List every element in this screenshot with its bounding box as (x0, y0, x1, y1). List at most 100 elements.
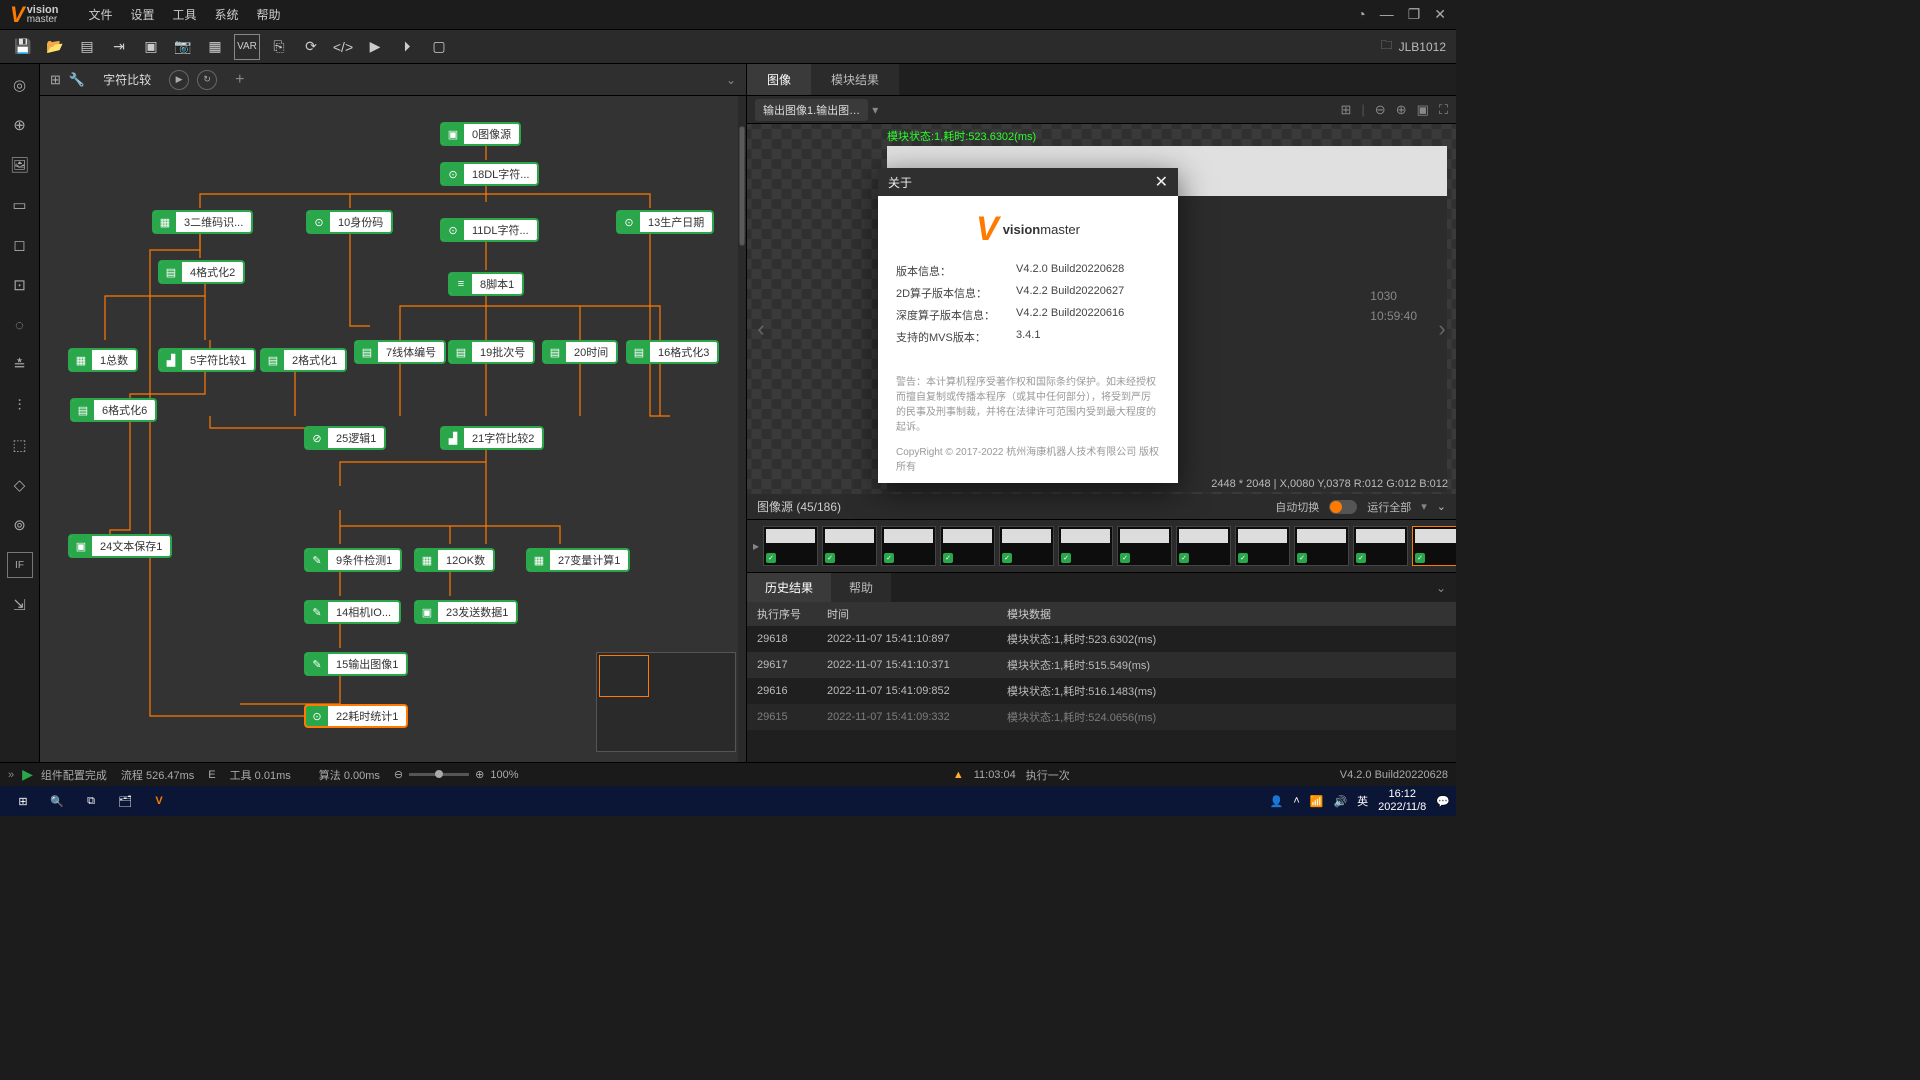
image-tool-icon[interactable]: 🖼 (7, 152, 33, 178)
thumbs-prev-icon[interactable]: ▸ (753, 539, 759, 553)
tray-sound-icon[interactable]: 🔊 (1333, 795, 1347, 808)
node-9[interactable]: ✎9条件检测1 (304, 548, 402, 572)
flow-canvas[interactable]: ▣0图像源 ⊙18DL字符... ▦3二维码识... ⊙10身份码 ⊙11DL字… (40, 96, 746, 762)
node-16[interactable]: ▤16格式化3 (626, 340, 719, 364)
node-27[interactable]: ▦27变量计算1 (526, 548, 630, 572)
refresh-icon[interactable]: ⟳ (298, 34, 324, 60)
save-icon[interactable]: 💾 (10, 34, 36, 60)
thumb-item[interactable]: ✓ (1058, 526, 1113, 566)
thumb-item[interactable]: ✓ (763, 526, 818, 566)
loop-flow-icon[interactable]: ↻ (197, 70, 217, 90)
menu-file[interactable]: 文件 (88, 6, 112, 23)
node-3[interactable]: ▦3二维码识... (152, 210, 253, 234)
import-icon[interactable]: ⇥ (106, 34, 132, 60)
tray-lang[interactable]: 英 (1357, 793, 1368, 809)
thumb-item[interactable]: ✓ (1294, 526, 1349, 566)
gear-ring-icon[interactable]: ◌ (7, 312, 33, 338)
about-close-icon[interactable]: ✕ (1155, 172, 1168, 192)
node-23[interactable]: ▣23发送数据1 (414, 600, 518, 624)
layers-icon[interactable]: ⬚ (7, 432, 33, 458)
scope-icon[interactable]: ⊚ (7, 512, 33, 538)
node-7[interactable]: ▤7线体编号 (354, 340, 446, 364)
tune-icon[interactable]: ≛ (7, 352, 33, 378)
node-12[interactable]: ▦12OK数 (414, 548, 495, 572)
node-13[interactable]: ⊙13生产日期 (616, 210, 714, 234)
tab-flow[interactable]: 字符比较 (93, 67, 161, 92)
zoom-out-icon[interactable]: ⊖ (1375, 102, 1386, 118)
start-icon[interactable]: ⊞ (6, 787, 40, 815)
table-row[interactable]: 296172022-11-07 15:41:10:371模块状态:1,耗时:51… (747, 652, 1456, 678)
dotted-box-icon[interactable]: ⊡ (7, 272, 33, 298)
wrench-icon[interactable]: 🔧 (69, 72, 85, 88)
table-row[interactable]: 296162022-11-07 15:41:09:852模块状态:1,耗时:51… (747, 678, 1456, 704)
auto-switch-toggle[interactable] (1329, 500, 1357, 514)
thumb-item[interactable]: ✓ (999, 526, 1054, 566)
tray-clock[interactable]: 16:12 2022/11/8 (1378, 788, 1426, 814)
tab-module-result[interactable]: 模块结果 (811, 64, 899, 95)
collapse-leftbar-icon[interactable]: » (8, 769, 14, 781)
menu-help[interactable]: 帮助 (257, 6, 281, 23)
expand-history-icon[interactable]: ⌄ (1426, 573, 1456, 602)
export-icon[interactable]: ⇲ (7, 592, 33, 618)
minimize-icon[interactable]: — (1380, 6, 1394, 23)
close-icon[interactable]: ✕ (1434, 6, 1446, 23)
node-1[interactable]: ▦1总数 (68, 348, 138, 372)
node-10[interactable]: ⊙10身份码 (306, 210, 393, 234)
stack-icon[interactable]: ▤ (74, 34, 100, 60)
thumb-item[interactable]: ✓ (881, 526, 936, 566)
taskview-icon[interactable]: ⧉ (74, 787, 108, 815)
menu-tools[interactable]: 工具 (173, 6, 197, 23)
tray-wifi-icon[interactable]: 📶 (1310, 795, 1324, 808)
run-icon[interactable]: ▶ (22, 766, 33, 783)
node-11[interactable]: ⊙11DL字符... (440, 218, 539, 242)
expand-thumbs-icon[interactable]: ⌄ (1437, 500, 1446, 513)
zoom-in-icon[interactable]: ⊕ (1396, 102, 1407, 118)
node-2[interactable]: ▤2格式化1 (260, 348, 347, 372)
run-all-button[interactable]: 运行全部 (1367, 499, 1411, 515)
target-icon[interactable]: ⊕ (7, 112, 33, 138)
play-once-icon[interactable]: ⏵ (394, 34, 420, 60)
open-icon[interactable]: 📂 (42, 34, 68, 60)
node-0[interactable]: ▣0图像源 (440, 122, 521, 146)
chart-icon[interactable]: ⫶ (7, 392, 33, 418)
minimap[interactable] (596, 652, 736, 752)
fullscreen-icon[interactable]: ⛶ (1439, 102, 1448, 118)
align-icon[interactable]: ▭ (7, 192, 33, 218)
node-15[interactable]: ✎15输出图像1 (304, 652, 408, 676)
node-18[interactable]: ⊙18DL字符... (440, 162, 539, 186)
fit-icon[interactable]: ▣ (1417, 102, 1429, 118)
thumb-item[interactable]: ✓ (1353, 526, 1408, 566)
explorer-icon[interactable]: 🗂 (108, 787, 142, 815)
add-tab-icon[interactable]: + (235, 71, 244, 89)
thumb-item[interactable]: ✓ (1117, 526, 1172, 566)
play-icon[interactable]: ▶ (362, 34, 388, 60)
tray-notifications-icon[interactable]: 💬 (1436, 795, 1450, 808)
node-6[interactable]: ▤6格式化6 (70, 398, 157, 422)
node-25[interactable]: ⊘25逻辑1 (304, 426, 386, 450)
brackets-icon[interactable]: ⎘ (266, 34, 292, 60)
if-icon[interactable]: IF (7, 552, 33, 578)
search-icon[interactable]: 🔍 (40, 787, 74, 815)
project-name[interactable]: 🗀 JLB1012 (1381, 36, 1446, 57)
tab-image[interactable]: 图像 (747, 64, 811, 95)
help-icon[interactable]: ◔ (1357, 6, 1365, 23)
canvas-scrollbar[interactable] (738, 96, 746, 762)
status-zoom[interactable]: ⊖⊕ 100% (394, 768, 519, 781)
output-chip[interactable]: 输出图像1.输出图… (755, 99, 868, 121)
tab-history[interactable]: 历史结果 (747, 573, 831, 602)
app-taskbar-icon[interactable]: V (142, 787, 176, 815)
warning-icon[interactable]: ▲ (953, 769, 964, 781)
table-row[interactable]: 296152022-11-07 15:41:09:332模块状态:1,耗时:52… (747, 704, 1456, 730)
camera-tool-icon[interactable]: ◎ (7, 72, 33, 98)
thumb-item[interactable]: ✓ (1176, 526, 1231, 566)
tab-help[interactable]: 帮助 (831, 573, 891, 602)
node-19[interactable]: ▤19批次号 (448, 340, 535, 364)
node-5[interactable]: ▟5字符比较1 (158, 348, 256, 372)
thumb-item[interactable]: ✓ (822, 526, 877, 566)
tray-up-icon[interactable]: ˄ (1293, 795, 1299, 807)
table-row[interactable]: 296182022-11-07 15:41:10:897模块状态:1,耗时:52… (747, 626, 1456, 652)
code-icon[interactable]: </> (330, 34, 356, 60)
thumb-item[interactable]: ✓ (940, 526, 995, 566)
tray-people-icon[interactable]: 👤 (1270, 795, 1284, 808)
maximize-icon[interactable]: ❐ (1408, 6, 1421, 23)
